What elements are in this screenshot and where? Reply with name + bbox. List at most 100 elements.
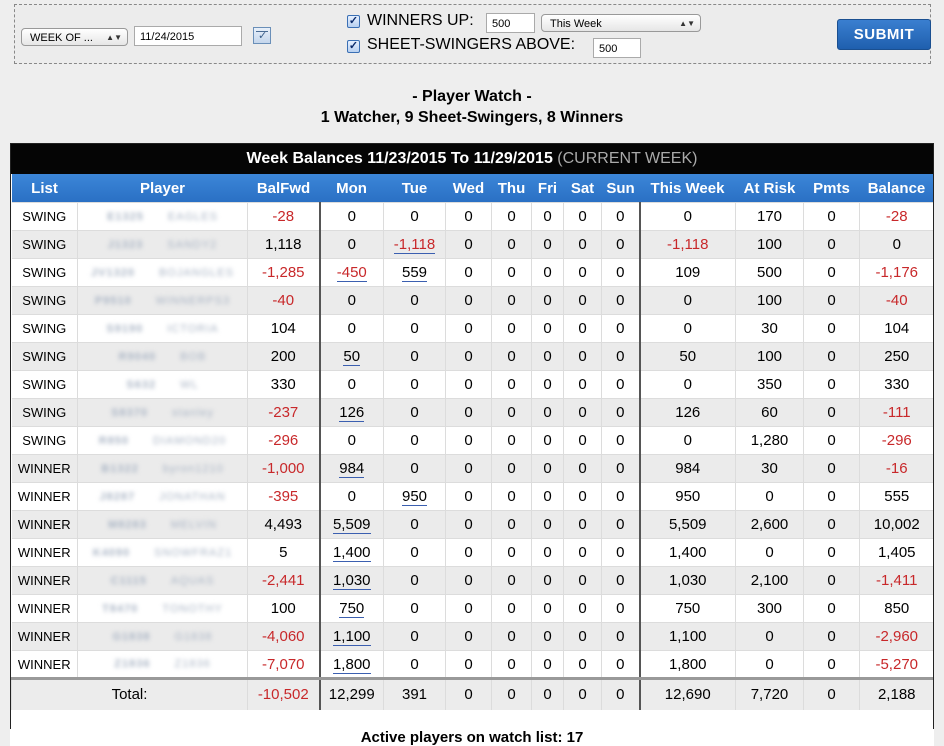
mon-link[interactable]: 1,800 [332,655,371,674]
mon-link[interactable]: 1,400 [332,544,371,562]
mon-cell[interactable]: 5,509 [318,510,384,539]
tue-cell: 0 [383,426,446,455]
wed-cell: 0 [445,286,492,315]
list-type-cell: SWING [11,398,78,427]
player-cell[interactable]: JV1320 BOJANGLES [77,258,248,287]
player-cell[interactable]: S632 WL [77,370,248,399]
player-cell[interactable]: B1322 byron1210 [77,454,248,483]
tue-cell[interactable]: 950 [383,482,446,511]
tue-cell: 0 [383,202,446,231]
risk-cell: 100 [735,286,804,315]
risk-cell: 0 [735,482,804,511]
list-type-cell: SWING [11,202,78,231]
table-row: SWING S9190 ICTORIA 104 0 0 0 0 0 0 0 0 30 0 104 [11,314,933,343]
mon-cell[interactable]: -450 [318,258,384,287]
mon-cell[interactable]: 984 [318,454,384,483]
player-name: SNOWFRAZ1 [154,546,233,559]
table-row: WINNER C1115 AQUAS -2,441 1,030 0 0 0 0 0 0 1,030 2,… [11,566,933,595]
balfwd-cell: 5 [247,538,320,567]
risk-cell: 60 [735,398,804,427]
mon-link[interactable]: 50 [343,348,361,366]
mon-link[interactable]: 984 [339,460,365,478]
tue-cell[interactable]: 559 [383,258,446,287]
winners-up-checkbox[interactable]: ✓ [347,15,360,28]
sheet-swingers-checkbox[interactable]: ✓ [347,40,360,53]
balfwd-cell: 1,118 [247,230,320,259]
player-cell[interactable]: T8470 TONOTHY [77,594,248,623]
mon-link[interactable]: 126 [339,404,365,422]
player-cell[interactable]: E1325 EAGLES [77,202,248,231]
balfwd-cell: 200 [247,342,320,371]
week-cell: 109 [639,258,736,287]
mon-cell: 0 [318,426,384,455]
risk-cell: 170 [735,202,804,231]
risk-cell: 100 [735,230,804,259]
player-id: M8283 [108,518,147,531]
mon-cell[interactable]: 750 [318,594,384,623]
mon-cell[interactable]: 1,400 [318,538,384,567]
mon-cell[interactable]: 1,100 [318,622,384,651]
player-cell[interactable]: K4090 SNOWFRAZ1 [77,538,248,567]
risk-cell: 2,600 [735,510,804,539]
player-cell[interactable]: S9190 ICTORIA [77,314,248,343]
wed-cell: 0 [445,622,492,651]
pmts-cell: 0 [803,342,860,371]
player-id: E1325 [107,210,144,223]
tue-link[interactable]: 950 [401,488,428,506]
player-id: G1838 [112,630,151,643]
player-cell[interactable]: R850 DIAMOND20 [77,426,248,455]
player-name: G1838 [174,630,213,643]
wed-cell: 0 [445,230,492,259]
pmts-cell: 0 [803,370,860,399]
player-cell[interactable]: P9510 WINNERPS3 [77,286,248,315]
column-header: Mon [319,174,384,203]
tue-cell: 0 [383,566,446,595]
column-header: At Risk [735,174,804,203]
sat-cell: 0 [563,398,602,427]
player-name: Z1836 [174,658,211,670]
mon-link[interactable]: 1,030 [332,572,371,590]
balance-cell: -5,270 [859,650,933,679]
tue-cell: 0 [383,622,446,651]
mon-cell[interactable]: 50 [318,342,384,371]
player-cell[interactable]: Z1836 Z1836 [77,650,248,679]
tue-cell: 0 [383,286,446,315]
player-cell[interactable]: J1323 SANDY2 [77,230,248,259]
calendar-icon[interactable] [253,27,271,44]
mon-cell[interactable]: 1,800 [318,650,384,679]
winners-up-input[interactable]: 500 [486,13,535,33]
player-cell[interactable]: R9040 BOB [77,342,248,371]
thu-cell: 0 [491,510,532,539]
table-row: SWING P9510 WINNERPS3 -40 0 0 0 0 0 0 0 0 100 0 -40 [11,286,933,315]
fri-cell: 0 [531,454,564,483]
mon-cell: 0 [318,482,384,511]
total-row: Total: -10,502 12,299 391 0 0 0 0 0 12,690 7,720 0 2… [11,677,933,710]
tue-link[interactable]: -1,118 [393,236,436,254]
mon-cell[interactable]: 126 [318,398,384,427]
mon-link[interactable]: 5,509 [332,516,371,534]
sheet-swingers-input[interactable]: 500 [593,38,641,58]
thu-cell: 0 [491,230,532,259]
balfwd-cell: -1,000 [247,454,320,483]
total-fri-cell: 0 [531,677,564,710]
player-name: BOB [180,350,207,363]
player-cell[interactable]: G1838 G1838 [77,622,248,651]
mon-link[interactable]: 1,100 [332,628,371,646]
player-name: MELVIN [170,518,217,531]
submit-button[interactable]: SUBMIT [837,19,931,50]
tue-cell[interactable]: -1,118 [383,230,446,259]
player-cell[interactable]: C1115 AQUAS [77,566,248,595]
period-select[interactable]: WEEK OF ... ▲▼ [21,28,128,46]
player-cell[interactable]: S8370 stanley [77,398,248,427]
mon-link[interactable]: 750 [339,600,365,618]
winners-period-select[interactable]: This Week ▲▼ [541,14,701,32]
mon-link[interactable]: -450 [336,264,367,282]
date-input[interactable]: 11/24/2015 [134,26,242,46]
sun-cell: 0 [601,314,641,343]
tue-link[interactable]: 559 [401,264,428,282]
player-cell[interactable]: M8283 MELVIN [77,510,248,539]
total-balance-cell: 2,188 [859,677,933,710]
player-cell[interactable]: J8287 JONATHAN [77,482,248,511]
player-name: BOJANGLES [158,266,234,279]
mon-cell[interactable]: 1,030 [318,566,384,595]
